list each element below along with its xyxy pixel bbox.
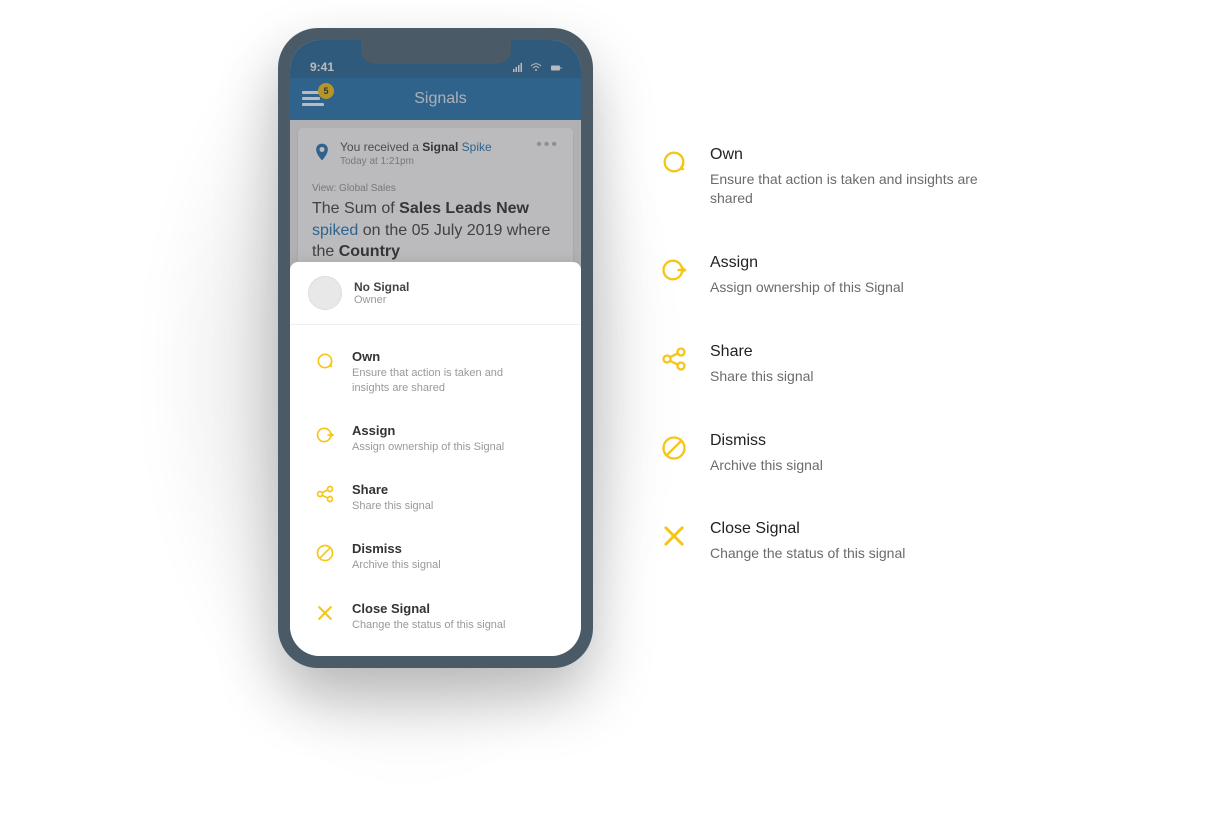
notch bbox=[361, 40, 511, 64]
wifi-icon bbox=[529, 62, 543, 74]
action-desc: Share this signal bbox=[352, 499, 433, 513]
page-title: Signals bbox=[312, 90, 569, 108]
action-title: Share bbox=[352, 482, 433, 497]
legend-desc: Share this signal bbox=[710, 367, 814, 386]
status-icons bbox=[511, 62, 565, 74]
action-sheet: No Signal Owner Own Ensure that action is… bbox=[290, 262, 581, 656]
action-close-signal[interactable]: Close Signal Change the status of this si… bbox=[290, 587, 581, 646]
menu-button[interactable]: 5 bbox=[302, 89, 328, 109]
card-heading: You received a Signal Spike bbox=[340, 140, 492, 154]
action-dismiss[interactable]: Dismiss Archive this signal bbox=[290, 527, 581, 586]
card-viewline: View: Global Sales bbox=[312, 183, 559, 194]
menu-badge: 5 bbox=[318, 83, 334, 99]
legend-close-signal: Close Signal Change the status of this si… bbox=[660, 520, 1020, 563]
phone-frame: 9:41 5 Signals You received a Si bbox=[278, 28, 593, 668]
legend-title: Assign bbox=[710, 254, 904, 272]
action-title: Close Signal bbox=[352, 601, 505, 616]
action-desc: Archive this signal bbox=[352, 558, 441, 572]
legend-dismiss: Dismiss Archive this signal bbox=[660, 432, 1020, 475]
owner-avatar bbox=[308, 276, 342, 310]
assign-icon bbox=[660, 256, 688, 284]
legend-desc: Assign ownership of this Signal bbox=[710, 278, 904, 297]
action-desc: Change the status of this signal bbox=[352, 618, 505, 632]
card-timestamp: Today at 1:21pm bbox=[340, 156, 492, 167]
legend-title: Dismiss bbox=[710, 432, 823, 450]
legend-desc: Archive this signal bbox=[710, 456, 823, 475]
share-icon bbox=[660, 345, 688, 373]
own-icon bbox=[314, 351, 336, 371]
legend-share: Share Share this signal bbox=[660, 343, 1020, 386]
close-icon bbox=[660, 522, 688, 550]
cellular-icon bbox=[511, 62, 525, 74]
owner-subtitle: Owner bbox=[354, 294, 409, 306]
legend-desc: Change the status of this signal bbox=[710, 544, 905, 563]
action-own[interactable]: Own Ensure that action is taken and insig… bbox=[290, 335, 581, 409]
action-share[interactable]: Share Share this signal bbox=[290, 468, 581, 527]
owner-title: No Signal bbox=[354, 280, 409, 294]
card-body: The Sum of Sales Leads New spiked on the… bbox=[312, 198, 559, 263]
battery-icon bbox=[547, 62, 565, 74]
action-desc: Ensure that action is taken and insights… bbox=[352, 366, 532, 395]
action-title: Dismiss bbox=[352, 541, 441, 556]
pin-icon bbox=[312, 140, 332, 164]
share-icon bbox=[314, 484, 336, 504]
action-title: Assign bbox=[352, 423, 504, 438]
own-icon bbox=[660, 148, 688, 176]
action-title: Own bbox=[352, 349, 532, 364]
legend-own: Own Ensure that action is taken and insig… bbox=[660, 146, 1020, 208]
action-desc: Assign ownership of this Signal bbox=[352, 440, 504, 454]
phone-screen: 9:41 5 Signals You received a Si bbox=[290, 40, 581, 656]
legend-assign: Assign Assign ownership of this Signal bbox=[660, 254, 1020, 297]
legend: Own Ensure that action is taken and insig… bbox=[660, 146, 1020, 609]
dismiss-icon bbox=[660, 434, 688, 462]
assign-icon bbox=[314, 425, 336, 445]
card-menu-button[interactable]: ••• bbox=[536, 140, 559, 150]
action-assign[interactable]: Assign Assign ownership of this Signal bbox=[290, 409, 581, 468]
status-time: 9:41 bbox=[310, 60, 334, 74]
legend-title: Close Signal bbox=[710, 520, 905, 538]
action-list: Own Ensure that action is taken and insig… bbox=[290, 325, 581, 656]
owner-row: No Signal Owner bbox=[290, 262, 581, 325]
dismiss-icon bbox=[314, 543, 336, 563]
legend-title: Share bbox=[710, 343, 814, 361]
legend-desc: Ensure that action is taken and insights… bbox=[710, 170, 1020, 208]
close-icon bbox=[314, 603, 336, 623]
app-header: 5 Signals bbox=[290, 78, 581, 120]
legend-title: Own bbox=[710, 146, 1020, 164]
